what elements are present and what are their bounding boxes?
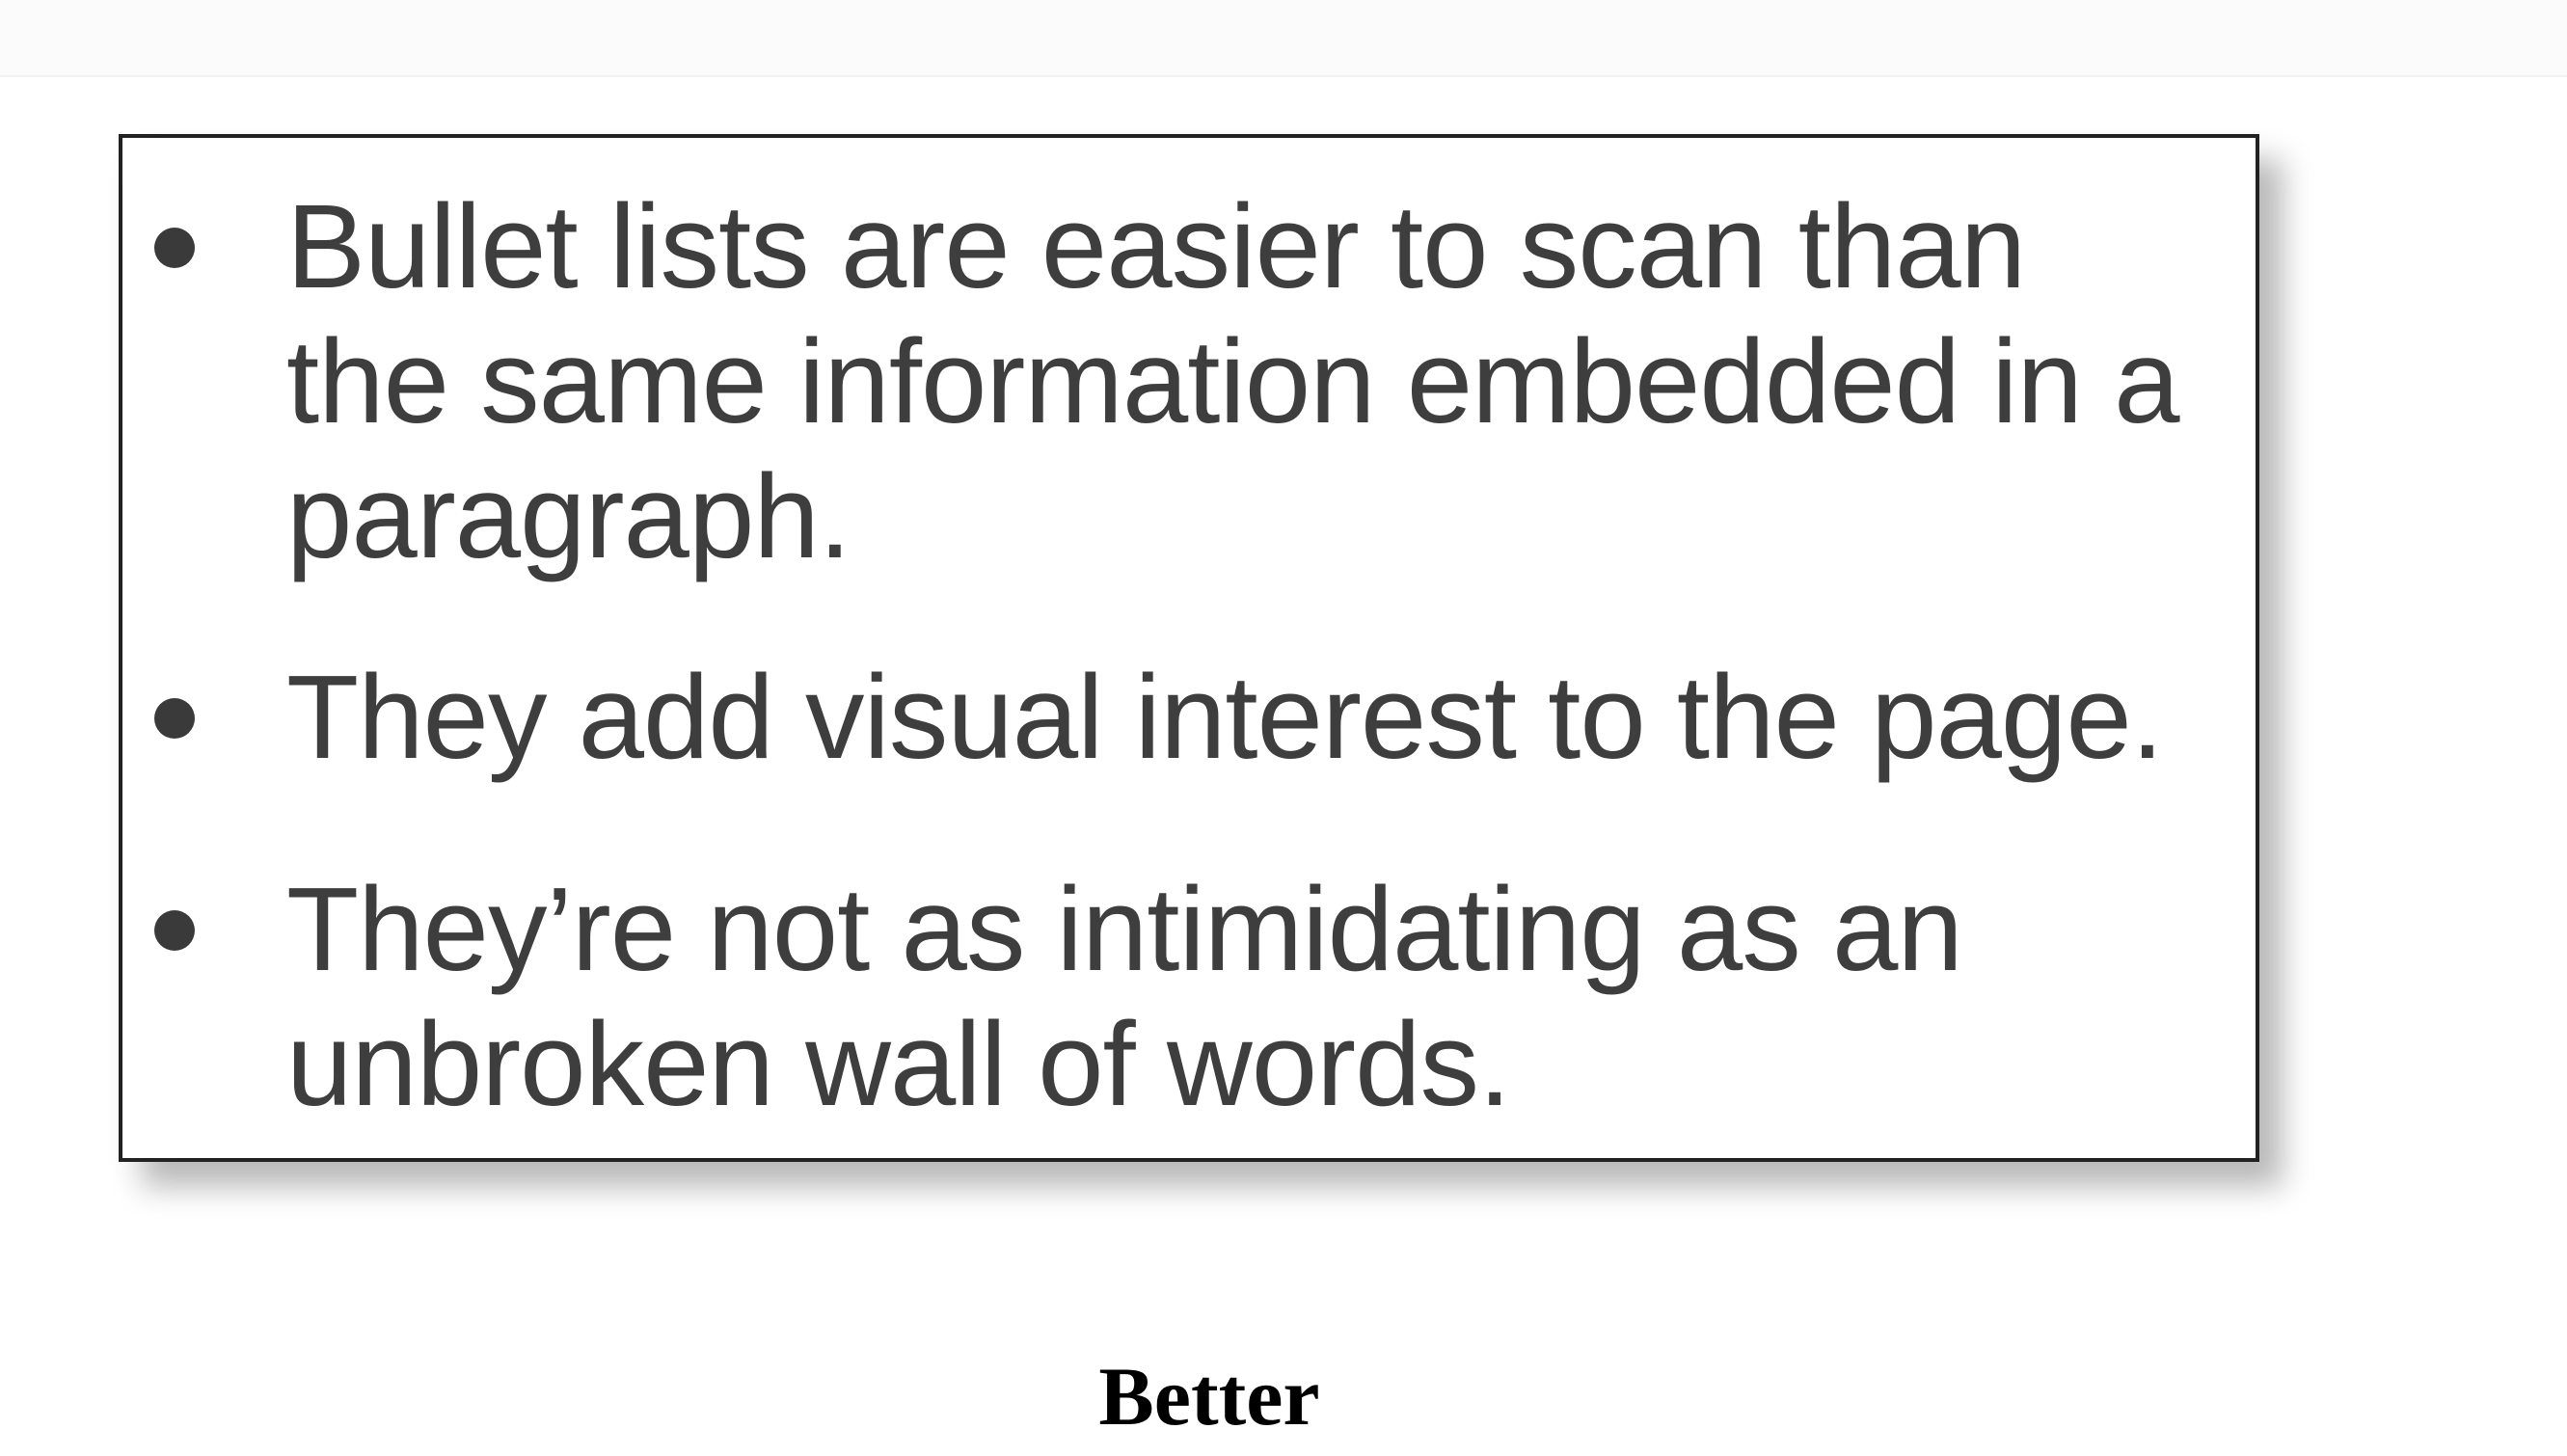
bullet-list-example-box: Bullet lists are easier to scan than the… xyxy=(119,134,2259,1162)
figure-caption: Better xyxy=(1098,1350,1320,1443)
list-item-text: Bullet lists are easier to scan than the… xyxy=(286,181,2180,583)
bullet-dot-icon xyxy=(154,698,195,739)
list-item-text: They add visual interest to the page. xyxy=(286,652,2164,784)
bullet-dot-icon xyxy=(154,228,195,268)
top-strip xyxy=(0,0,2567,77)
bullet-dot-icon xyxy=(154,910,195,951)
list-item-text: They’re not as intimidating as an unbrok… xyxy=(286,864,1963,1131)
